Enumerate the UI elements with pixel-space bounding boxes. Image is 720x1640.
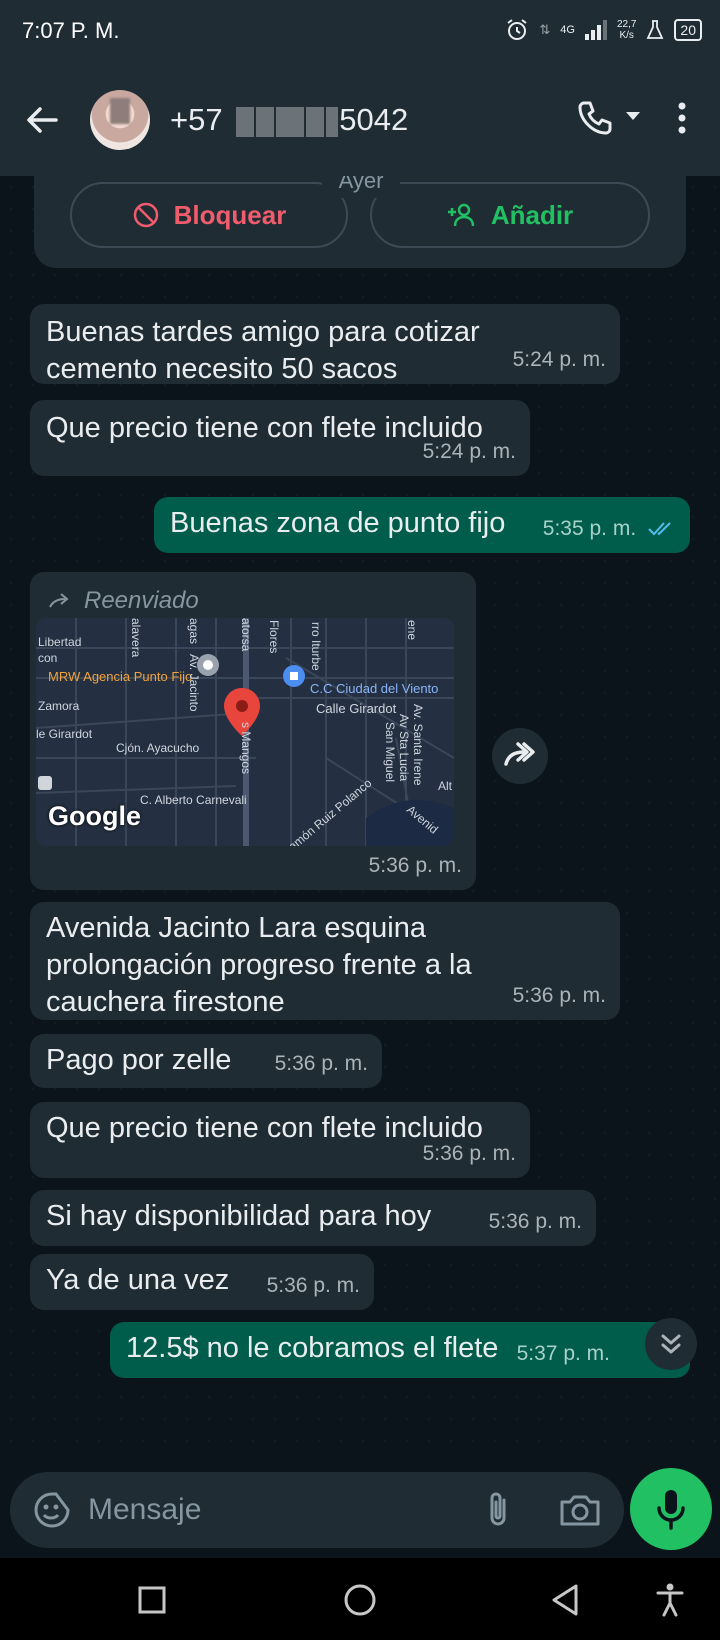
composer-bar bbox=[0, 1462, 720, 1558]
microphone-icon bbox=[657, 1490, 685, 1530]
message-text: 12.5$ no le cobramos el flete bbox=[126, 1332, 499, 1364]
message-bubble[interactable]: Que precio tiene con flete incluido 5:36… bbox=[30, 1102, 530, 1178]
map-label: atorsa bbox=[239, 618, 253, 652]
status-time: 7:07 P. M. bbox=[22, 18, 120, 43]
message-bubble[interactable]: 12.5$ no le cobramos el flete 5:37 p. m. bbox=[110, 1322, 690, 1378]
system-navigation-bar bbox=[0, 1558, 720, 1640]
status-bar: 7:07 P. M. ⇅ 4G 22,7 K/s 20 bbox=[0, 0, 720, 62]
alarm-icon bbox=[507, 19, 527, 40]
status-icons: ⇅ 4G 22,7 K/s 20 bbox=[505, 18, 702, 42]
message-text: Buenas tardes amigo para cotizar cemento… bbox=[46, 316, 480, 385]
date-divider: Ayer bbox=[322, 176, 400, 198]
map-label: San Miguel bbox=[383, 722, 397, 783]
message-time: 5:36 p. m. bbox=[266, 1274, 360, 1297]
message-time-text: 5:35 p. m. bbox=[542, 517, 637, 540]
lab-flask-icon bbox=[647, 20, 664, 39]
block-icon bbox=[133, 202, 158, 228]
emoji-sticker-icon[interactable] bbox=[32, 1490, 72, 1530]
attachment-clip-icon[interactable] bbox=[478, 1490, 518, 1530]
chat-area[interactable]: Bloquear Añadir Ayer Buenas tardes amigo… bbox=[0, 176, 720, 1462]
camera-icon[interactable] bbox=[558, 1490, 602, 1530]
message-time: 5:36 p. m. bbox=[512, 984, 606, 1007]
block-label: Bloquear bbox=[173, 199, 287, 230]
block-button[interactable]: Bloquear bbox=[70, 182, 348, 248]
call-options-chevron-icon[interactable] bbox=[626, 112, 640, 120]
message-bubble[interactable]: Pago por zelle 5:36 p. m. bbox=[30, 1034, 382, 1088]
google-logo: Google bbox=[48, 801, 141, 831]
avatar[interactable] bbox=[90, 90, 150, 150]
speed-value: 22,7 bbox=[616, 19, 637, 30]
add-label: Añadir bbox=[490, 199, 574, 230]
scroll-to-bottom-button[interactable] bbox=[645, 1318, 697, 1370]
network-label: 4G bbox=[560, 24, 575, 36]
phone-icon[interactable] bbox=[575, 98, 615, 138]
message-time: 5:35 p. m. bbox=[543, 510, 676, 547]
map-label: alavera bbox=[129, 618, 143, 658]
message-bubble[interactable]: Avenida Jacinto Lara esquina prolongació… bbox=[30, 902, 620, 1020]
message-time: 5:36 p. m. bbox=[488, 1210, 582, 1233]
message-time: 5:36 p. m. bbox=[274, 1052, 368, 1075]
map-label: ene bbox=[405, 620, 419, 641]
back-triangle-icon[interactable] bbox=[546, 1580, 586, 1620]
map-label: rro Iturbe bbox=[309, 622, 323, 671]
add-contact-button[interactable]: Añadir bbox=[370, 182, 650, 248]
double-chevron-down-icon bbox=[661, 1334, 681, 1354]
battery-indicator: 20 bbox=[674, 19, 702, 41]
map-label: Av. Jacinto bbox=[187, 654, 201, 712]
message-time: 5:37 p. m. bbox=[516, 1342, 610, 1365]
home-icon[interactable] bbox=[340, 1580, 380, 1620]
contact-suffix: 5042 bbox=[339, 102, 409, 137]
more-options-icon[interactable] bbox=[672, 98, 692, 138]
map-label: s Mangos bbox=[239, 722, 253, 775]
message-text: Ya de una vez bbox=[46, 1264, 230, 1296]
data-arrows-icon: ⇅ bbox=[539, 22, 551, 37]
message-bubble[interactable]: Buenas tardes amigo para cotizar cemento… bbox=[30, 304, 620, 385]
speed-unit: K/s bbox=[619, 30, 634, 41]
add-person-icon bbox=[447, 203, 475, 227]
message-text: Avenida Jacinto Lara esquina prolongació… bbox=[46, 912, 472, 1018]
forwarded-indicator: Reenviado bbox=[48, 582, 199, 619]
message-composer bbox=[10, 1472, 624, 1548]
message-input[interactable] bbox=[88, 1490, 448, 1530]
map-preview[interactable]: Libertad MRW Agencia Punto Fijo C.C Ciud… bbox=[36, 618, 454, 846]
forward-button[interactable] bbox=[492, 728, 548, 784]
location-message[interactable]: Reenviado Libertad MRW Agencia Punto Fij… bbox=[30, 572, 476, 890]
voice-message-button[interactable] bbox=[630, 1468, 712, 1550]
message-text: Si hay disponibilidad para hoy bbox=[46, 1200, 432, 1232]
message-time: 5:24 p. m. bbox=[512, 348, 606, 371]
message-time: 5:36 p. m. bbox=[422, 1142, 516, 1165]
map-label: Cjón. Ayacucho bbox=[116, 741, 200, 755]
back-arrow-icon[interactable] bbox=[22, 100, 62, 140]
message-bubble[interactable]: Que precio tiene con flete incluido 5:24… bbox=[30, 400, 530, 476]
redacted-digits bbox=[235, 102, 339, 137]
signal-icon bbox=[584, 20, 607, 40]
message-time: 5:24 p. m. bbox=[422, 440, 516, 463]
map-label: Alt bbox=[438, 779, 453, 793]
map-label: agas bbox=[187, 618, 201, 645]
message-text: Buenas zona de punto fijo bbox=[170, 507, 506, 539]
map-label: le Girardot bbox=[36, 727, 93, 741]
message-text: Que precio tiene con flete incluido bbox=[46, 412, 483, 444]
map-label: C. Alberto Carnevali bbox=[140, 793, 247, 807]
forwarded-label: Reenviado bbox=[84, 587, 199, 614]
message-bubble[interactable]: Ya de una vez 5:36 p. m. bbox=[30, 1254, 374, 1310]
map-label: con bbox=[38, 651, 58, 665]
recent-apps-icon[interactable] bbox=[132, 1580, 172, 1620]
forward-arrow-icon bbox=[504, 742, 535, 766]
contact-prefix: +57 bbox=[170, 102, 223, 137]
message-text: Que precio tiene con flete incluido bbox=[46, 1112, 483, 1144]
contact-name[interactable]: +57 5042 bbox=[170, 102, 408, 138]
message-bubble[interactable]: Si hay disponibilidad para hoy 5:36 p. m… bbox=[30, 1190, 596, 1246]
message-text: Pago por zelle bbox=[46, 1044, 232, 1076]
message-time: 5:36 p. m. bbox=[368, 854, 462, 877]
chat-header: +57 5042 bbox=[0, 62, 720, 176]
accessibility-icon[interactable] bbox=[650, 1580, 690, 1620]
forwarded-arrow-icon bbox=[49, 592, 69, 607]
read-receipt-icon bbox=[648, 522, 671, 536]
speed-readout: 22,7 K/s bbox=[617, 19, 636, 41]
message-bubble[interactable]: Buenas zona de punto fijo 5:35 p. m. bbox=[154, 497, 690, 553]
